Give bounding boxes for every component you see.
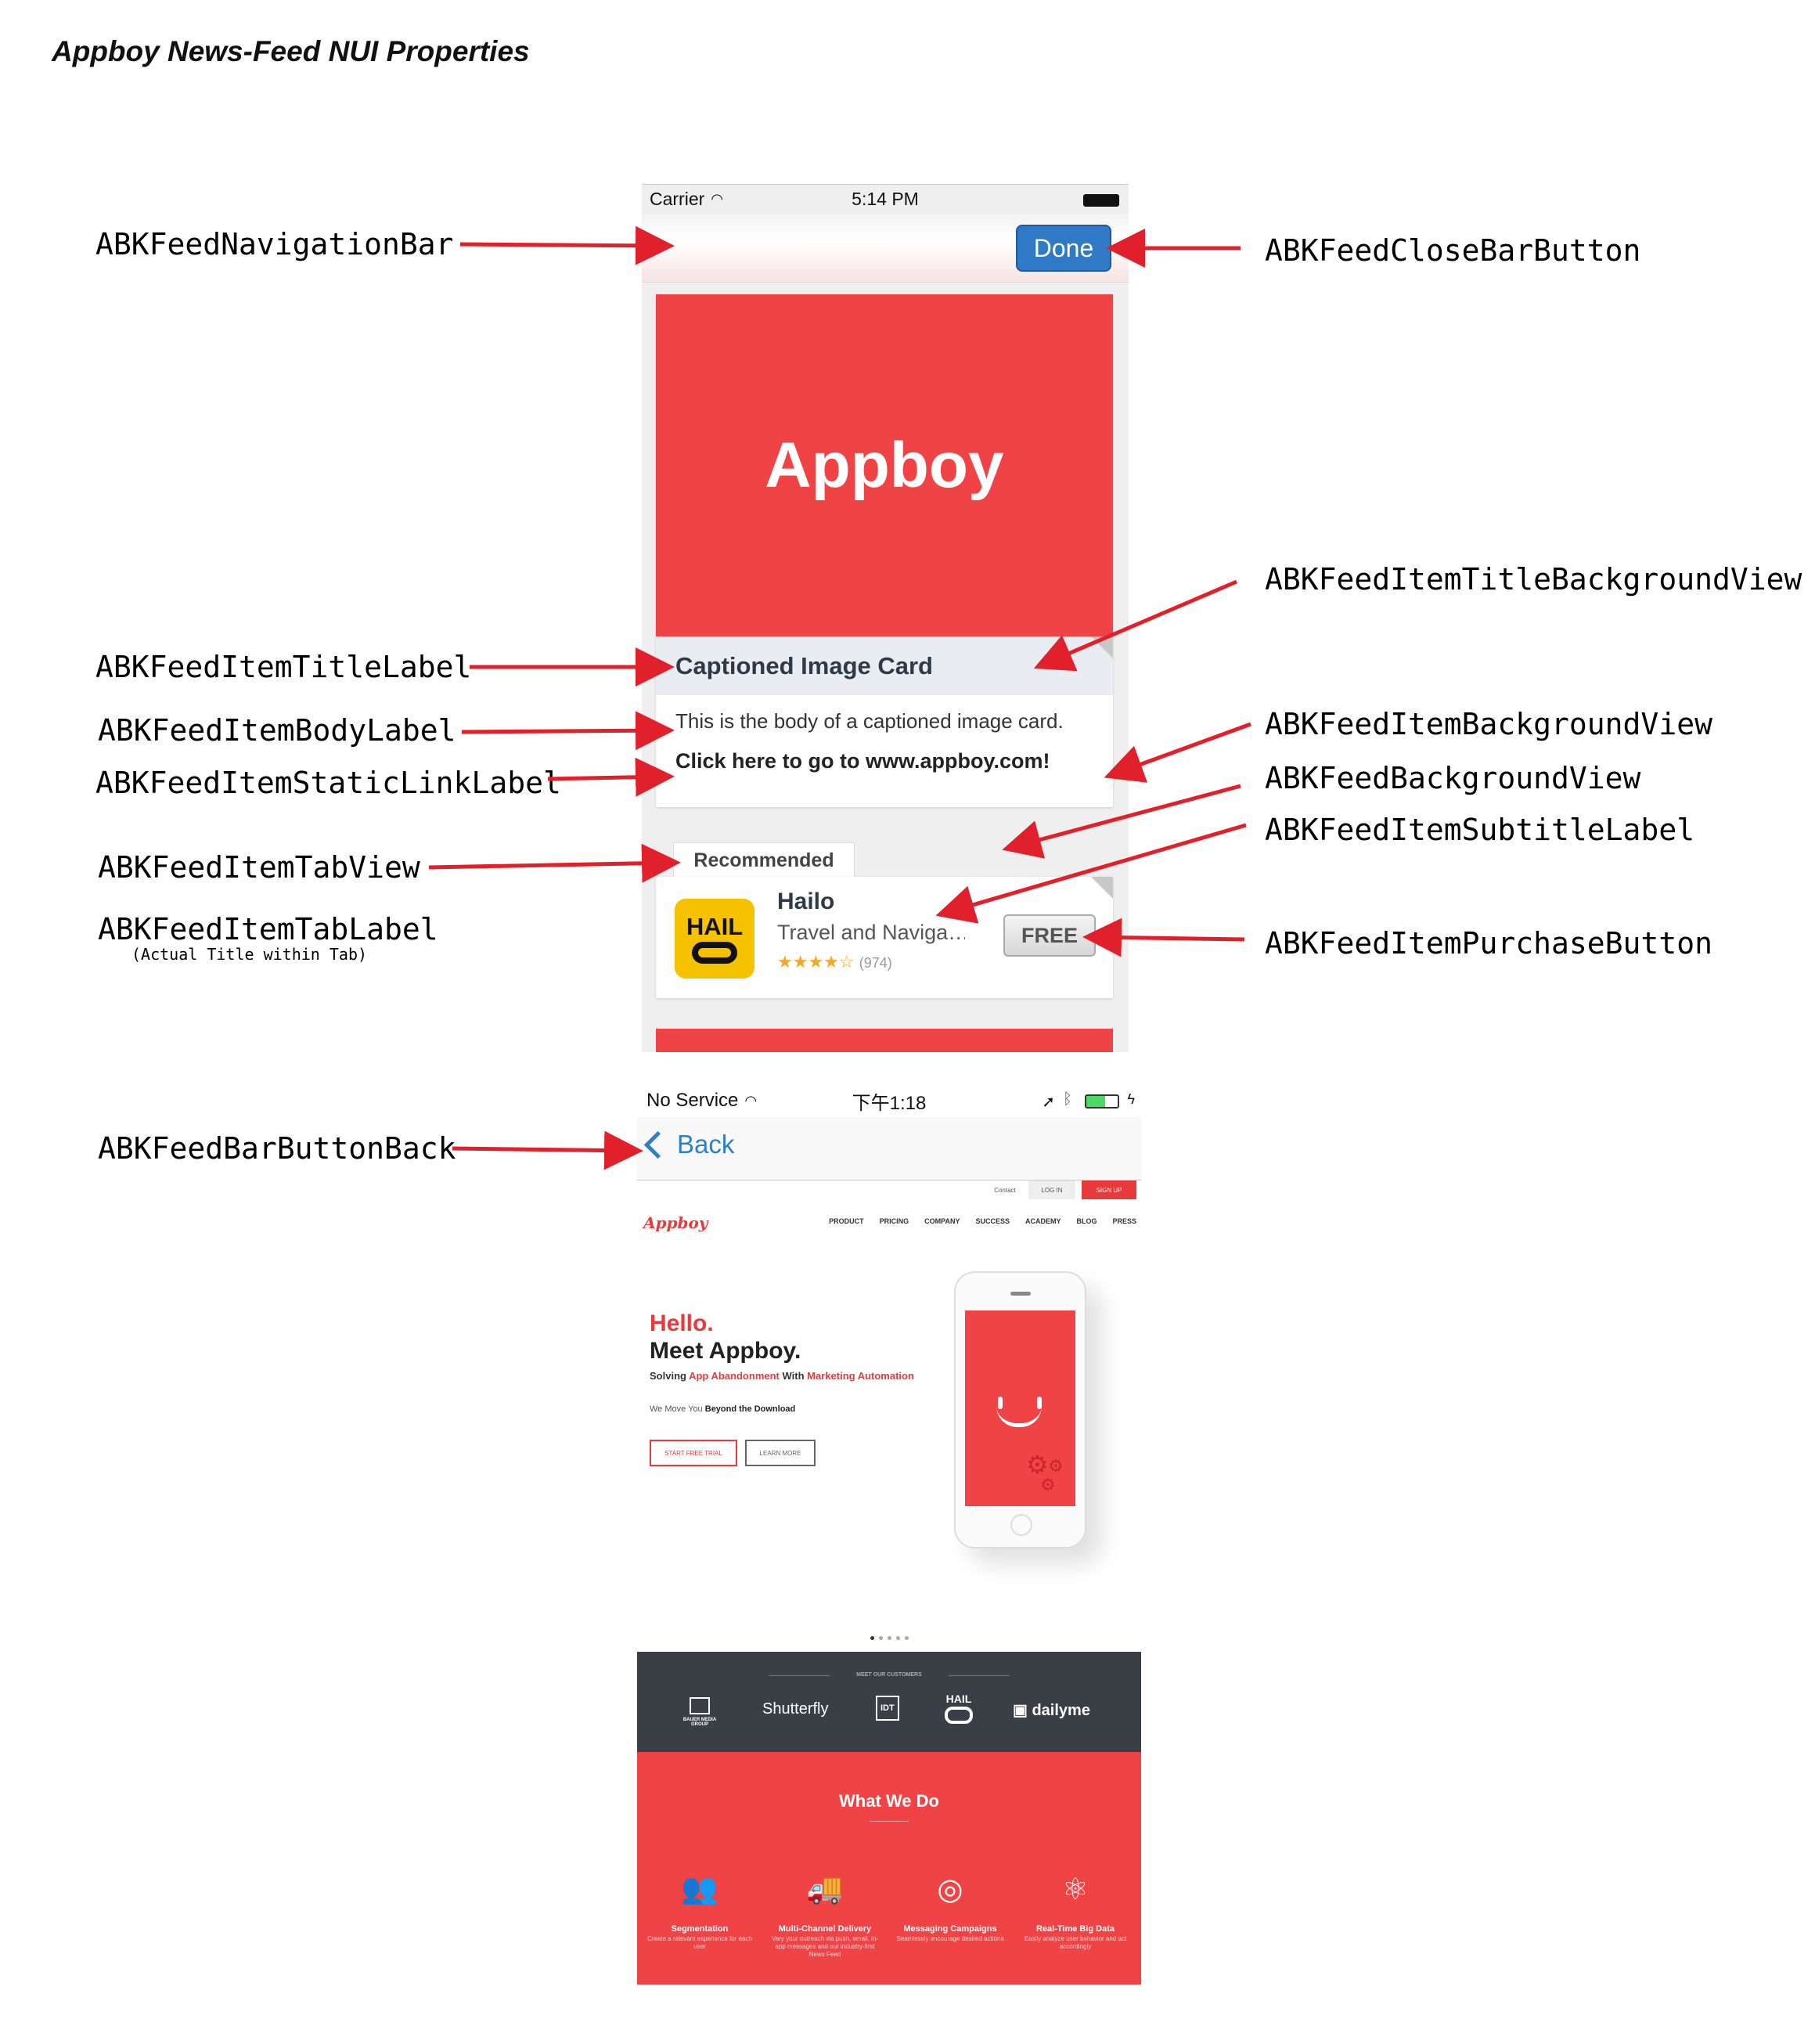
feature-segmentation: 👥 Segmentation Create a relevant experie… (645, 1862, 754, 1951)
carousel-dots[interactable] (637, 1624, 1141, 1652)
callout-navigation-bar: ABKFeedNavigationBar (95, 227, 454, 261)
done-button[interactable]: Done (1016, 225, 1111, 272)
callout-item-title-background-view: ABKFeedItemTitleBackgroundView (1265, 562, 1802, 597)
menu-press[interactable]: PRESS (1112, 1217, 1136, 1225)
back-button[interactable]: Back (643, 1130, 735, 1159)
customer-shutterfly-logo: Shutterfly (762, 1700, 829, 1718)
callout-item-purchase-button: ABKFeedItemPurchaseButton (1265, 926, 1712, 961)
web-nav: Appboy PRODUCT PRICING COMPANY SUCCESS A… (637, 1199, 1141, 1248)
customer-bauer-logo: BAUER MEDIA GROUP (676, 1697, 723, 1727)
hero-meet: Meet Appboy. (650, 1338, 801, 1364)
appboy-logo: Appboy (765, 429, 1004, 501)
stars-icon: ★★★★☆ (777, 952, 855, 972)
unread-corner-icon (1091, 877, 1113, 899)
next-card[interactable] (656, 1029, 1113, 1052)
battery-icon (1085, 1094, 1119, 1109)
status-bar: Carrier ◠ 5:14 PM (642, 185, 1129, 214)
card-title: Captioned Image Card (675, 651, 933, 680)
app-subtitle: Travel and Naviga… (777, 921, 965, 944)
menu-company[interactable]: COMPANY (924, 1217, 960, 1225)
app-name: Hailo (777, 889, 835, 914)
learn-more-button[interactable]: LEARN MORE (745, 1440, 816, 1466)
recommended-tab: Recommended (673, 842, 855, 878)
web-top-bar: Contact LOG IN SIGN UP (637, 1181, 1141, 1199)
page-title: Appboy News-Feed NUI Properties (52, 35, 530, 67)
purchase-button[interactable]: FREE (1003, 914, 1096, 957)
arrow-navigation-bar (459, 225, 675, 265)
feature-big-data: ⚛ Real-Time Big Data Easily analyze user… (1021, 1862, 1130, 1951)
customers-section: MEET OUR CUSTOMERS BAUER MEDIA GROUP Shu… (637, 1652, 1141, 1752)
unread-corner-icon (1091, 636, 1113, 658)
clock: 5:14 PM (852, 189, 919, 209)
chevron-left-icon (643, 1130, 672, 1159)
appboy-logo[interactable]: Appboy (643, 1213, 708, 1232)
hero-section: Hello. Meet Appboy. Solving App Abandonm… (637, 1248, 1141, 1624)
contact-link[interactable]: Contact (989, 1181, 1021, 1199)
card-body: This is the body of a captioned image ca… (675, 709, 1064, 733)
webview-navigation-bar: Back (637, 1117, 1141, 1181)
hero-subtagline: We Move You Beyond the Download (650, 1404, 796, 1414)
charging-icon: ϟ (1127, 1091, 1135, 1107)
menu-pricing[interactable]: PRICING (880, 1217, 909, 1225)
callout-item-background-view: ABKFeedItemBackgroundView (1265, 707, 1712, 741)
menu-success[interactable]: SUCCESS (975, 1217, 1010, 1225)
customer-hail-logo: HAIL (945, 1693, 973, 1724)
card-link[interactable]: Click here to go to www.appboy.com! (656, 734, 1113, 773)
menu-blog[interactable]: BLOG (1076, 1217, 1097, 1225)
webview-screen: No Service ◠ 下午1:18 ➚ ᛒ ϟ Back Contact L… (637, 1084, 1141, 1985)
menu-academy[interactable]: ACADEMY (1025, 1217, 1061, 1225)
signup-link[interactable]: SIGN UP (1082, 1181, 1136, 1199)
card-title-background: Captioned Image Card (656, 636, 1113, 695)
captioned-image-card[interactable]: Appboy Captioned Image Card This is the … (656, 294, 1113, 807)
hailo-app-icon: HAIL (675, 899, 754, 979)
arrow-item-body-label (461, 711, 675, 751)
feed-screen: Carrier ◠ 5:14 PM Done Appboy Captioned … (642, 184, 1129, 1052)
feed-navigation-bar: Done (642, 214, 1129, 283)
customers-title: MEET OUR CUSTOMERS (856, 1672, 922, 1678)
callout-item-tab-view: ABKFeedItemTabView (98, 850, 420, 885)
start-free-trial-button[interactable]: START FREE TRIAL (650, 1440, 737, 1466)
callout-background-view: ABKFeedBackgroundView (1265, 761, 1641, 795)
callout-close-bar-button: ABKFeedCloseBarButton (1265, 233, 1641, 268)
network-icon: ⚛ (1061, 1873, 1089, 1906)
what-we-do-title: What We Do (839, 1791, 939, 1811)
callout-bar-button-back: ABKFeedBarButtonBack (98, 1131, 456, 1166)
callout-item-static-link-label: ABKFeedItemStaticLinkLabel (95, 766, 561, 800)
battery-icon (1083, 194, 1119, 207)
rating-count: (974) (859, 955, 892, 971)
feature-multi-channel: 🚚 Multi-Channel Delivery Vary your outre… (770, 1862, 880, 1959)
callout-item-tab-label: ABKFeedItemTabLabel (98, 912, 438, 946)
back-label: Back (677, 1130, 735, 1159)
location-icon: ➚ (1042, 1094, 1055, 1111)
what-we-do-section: What We Do 👥 Segmentation Create a relev… (637, 1752, 1141, 1985)
feature-messaging: ◎ Messaging Campaigns Seamlessly encoura… (895, 1862, 1005, 1943)
lifebuoy-icon: ◎ (937, 1873, 963, 1906)
tab-label: Recommended (693, 849, 834, 871)
arrow-item-tab-view (428, 843, 681, 883)
hero-hello: Hello. (650, 1310, 714, 1336)
callout-item-body-label: ABKFeedItemBodyLabel (98, 713, 456, 748)
card-image: Appboy (656, 294, 1113, 636)
gear-icon: ⚙ (1048, 1456, 1064, 1476)
web-menu: PRODUCT PRICING COMPANY SUCCESS ACADEMY … (829, 1217, 1136, 1225)
bluetooth-icon: ᛒ (1063, 1090, 1072, 1108)
gear-icon: ⚙ (1040, 1475, 1056, 1494)
status-bar: No Service ◠ 下午1:18 ➚ ᛒ ϟ (637, 1084, 1141, 1117)
people-icon: 👥 (681, 1873, 718, 1905)
callout-item-title-label: ABKFeedItemTitleLabel (95, 650, 472, 684)
login-link[interactable]: LOG IN (1028, 1181, 1075, 1199)
arrow-item-background-view (1104, 722, 1251, 783)
menu-product[interactable]: PRODUCT (829, 1217, 864, 1225)
customer-dailyme-logo: ▣ dailyme (1013, 1702, 1090, 1719)
delivery-icon: 🚚 (806, 1873, 844, 1905)
iphone-illustration: ⚙ ⚙ ⚙ (954, 1271, 1086, 1548)
app-store-card[interactable]: HAIL Hailo Travel and Naviga… ★★★★☆ (974… (656, 877, 1113, 998)
arrow-bar-button-back (452, 1130, 643, 1170)
star-rating: ★★★★☆ (974) (777, 952, 892, 972)
hero-tagline: Solving App Abandonment With Marketing A… (650, 1370, 914, 1382)
customer-idt-logo: IDT (876, 1696, 899, 1721)
callout-item-tab-label-note: (Actual Title within Tab) (131, 945, 368, 964)
callout-item-subtitle-label: ABKFeedItemSubtitleLabel (1265, 813, 1695, 847)
